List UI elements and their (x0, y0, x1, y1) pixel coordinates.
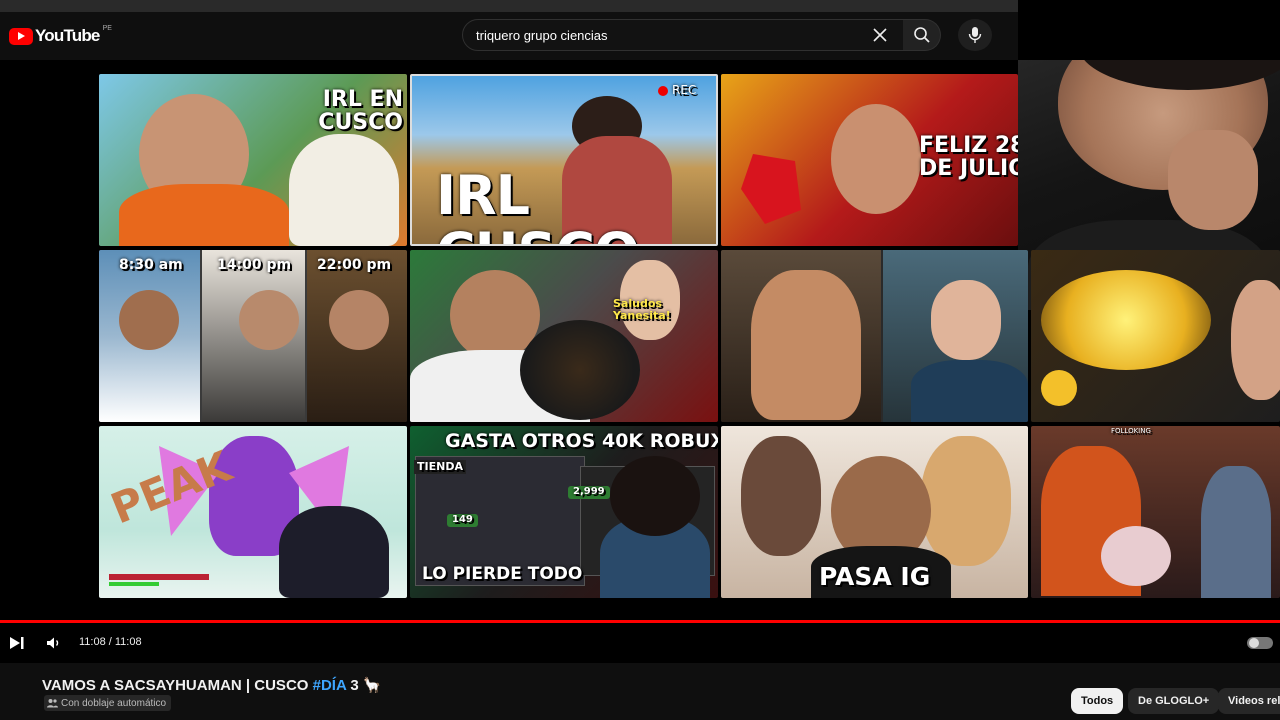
endscreen-video-tile[interactable]: IRL CUSCO REC (410, 74, 718, 246)
chip-todos[interactable]: Todos (1071, 688, 1124, 714)
search-box (462, 19, 904, 51)
time-label: 8:30 am (119, 257, 183, 273)
rec-dot-icon (658, 86, 668, 96)
shop-sign: TIENDA (414, 460, 466, 474)
skip-next-icon (10, 637, 24, 649)
tile-title: IRL CUSCO (436, 164, 640, 244)
video-title-suffix: 3 🦙 (346, 677, 382, 694)
tile-label: FOLLOKING (1111, 427, 1151, 435)
price-tag: 2,999 (568, 486, 610, 499)
player-controls: 11:08 / 11:08 (0, 623, 1280, 663)
video-title: VAMOS A SACSAYHUAMAN | CUSCO #DÍA 3 🦙 (42, 676, 382, 694)
youtube-logo[interactable]: YouTube PE (9, 24, 112, 46)
endscreen-video-tile[interactable]: FELIZ 28 DE JULIO (721, 74, 1018, 246)
video-player[interactable]: IRL EN CUSCO IRL CUSCO REC FELIZ 28 DE J… (0, 60, 1280, 620)
tile-title: GASTA OTROS 40K ROBUX (445, 430, 718, 452)
volume-button[interactable] (44, 633, 64, 653)
volume-icon (47, 637, 59, 649)
endscreen-video-tile[interactable]: PEAK (99, 426, 407, 598)
search-button[interactable] (903, 19, 941, 51)
chip-channel[interactable]: De GLOGLO+ (1128, 688, 1220, 714)
auto-dubbed-badge: Con doblaje automático (44, 695, 172, 711)
tile-title: IRL EN CUSCO (318, 87, 403, 136)
endscreen-video-tile[interactable] (721, 250, 1028, 422)
time-label: 14:00 pm (217, 257, 292, 273)
endscreen-video-tile[interactable]: 8:30 am 14:00 pm 22:00 pm (99, 250, 407, 422)
autoplay-toggle[interactable] (1247, 637, 1273, 649)
time-label: 22:00 pm (317, 257, 392, 273)
chip-related[interactable]: Videos rela (1218, 688, 1280, 714)
tile-title: PASA IG (819, 562, 931, 591)
tile-title: Saludos Yanesita! (613, 297, 671, 322)
people-icon (47, 699, 58, 708)
masthead: YouTube PE (0, 0, 1018, 60)
dub-label: Con doblaje automático (61, 697, 167, 709)
logo-text: YouTube (35, 26, 100, 45)
search-icon (913, 27, 930, 43)
next-button[interactable] (6, 633, 28, 653)
rec-badge: REC (672, 83, 697, 97)
endscreen-video-tile[interactable] (1031, 250, 1280, 422)
price-tag: 149 (447, 514, 478, 527)
clear-search-icon[interactable] (871, 26, 889, 44)
tile-subtitle: LO PIERDE TODO (422, 564, 583, 584)
pause-icon (1249, 638, 1259, 648)
youtube-play-icon (9, 27, 33, 45)
voice-search-button[interactable] (958, 19, 992, 51)
search-input[interactable] (476, 27, 856, 43)
tile-title: FELIZ 28 DE JULIO (919, 133, 1018, 182)
region-code: PE (102, 24, 112, 32)
video-info: VAMOS A SACSAYHUAMAN | CUSCO #DÍA 3 🦙 Co… (0, 663, 1280, 720)
endscreen-video-tile[interactable]: IRL EN CUSCO (99, 74, 407, 246)
vomit-emoji-icon (1041, 370, 1077, 406)
video-title-text: VAMOS A SACSAYHUAMAN | CUSCO (42, 677, 313, 694)
time-display: 11:08 / 11:08 (79, 636, 142, 648)
hashtag-link[interactable]: #DÍA (313, 677, 347, 694)
endscreen-video-tile[interactable]: GASTA OTROS 40K ROBUX LO PIERDE TODO TIE… (410, 426, 718, 598)
endscreen-video-tile[interactable]: Saludos Yanesita! (410, 250, 718, 422)
endscreen-video-tile[interactable]: PASA IG (721, 426, 1028, 598)
microphone-icon (968, 27, 982, 43)
endscreen-video-tile[interactable]: FOLLOKING (1031, 426, 1280, 598)
